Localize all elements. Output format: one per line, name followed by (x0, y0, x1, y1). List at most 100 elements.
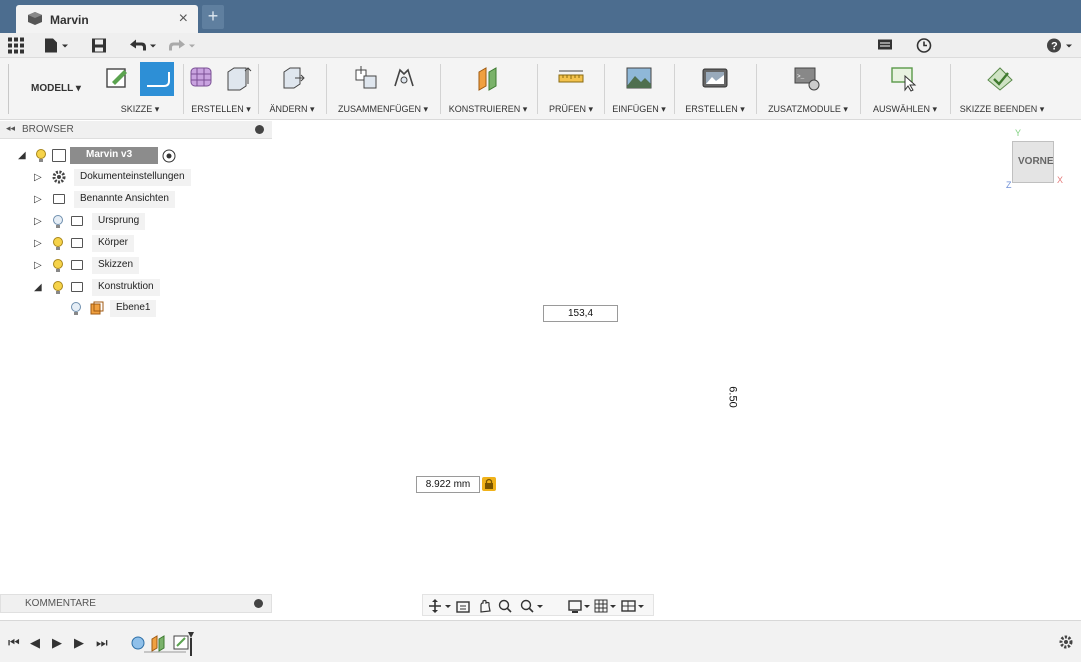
timeline-play-icon[interactable]: ▶ (52, 635, 62, 651)
redo-icon[interactable] (167, 37, 197, 54)
sketch-line-diagonal[interactable] (415, 387, 544, 454)
ribbon-group-label: AUSWÄHLEN ▾ (872, 104, 938, 114)
undo-icon[interactable] (128, 37, 158, 54)
vertical-dimension-label[interactable]: 6.50 (727, 386, 739, 407)
help-icon[interactable]: ? (1046, 37, 1074, 54)
document-tab[interactable]: Marvin × (16, 5, 198, 33)
sketch-create-icon[interactable] (104, 64, 132, 92)
ribbon-group-label: ERSTELLEN ▾ (191, 104, 251, 114)
ribbon-group-insert[interactable]: EINFÜGEN ▾ (607, 62, 671, 118)
ribbon-group-modify[interactable]: ÄNDERN ▾ (260, 62, 324, 118)
comments-panel[interactable]: KOMMENTARE (0, 594, 272, 613)
collapsed-triangle-icon[interactable]: ▷ (34, 194, 42, 205)
browser-item-label: Skizzen (92, 257, 140, 274)
timeline-last-icon[interactable]: ⏭ (96, 635, 108, 651)
folder-icon (71, 260, 83, 270)
viewcube-front-face[interactable]: VORNE (1012, 141, 1054, 183)
new-component-icon[interactable] (352, 64, 380, 92)
ribbon-group-sketch[interactable]: SKIZZE ▾ (100, 62, 180, 118)
timeline-features[interactable] (130, 630, 200, 656)
ribbon-group-label: ÄNDERN ▾ (269, 104, 315, 114)
browser-header[interactable]: ◂◂ BROWSER (0, 121, 272, 139)
folder-icon (71, 282, 83, 292)
timeline-previous-icon[interactable]: ◀ (30, 635, 40, 651)
lightbulb-icon[interactable] (35, 148, 47, 164)
scripts-icon[interactable]: >_ (793, 64, 821, 92)
browser-root-label: Marvin v3 (70, 147, 158, 164)
viewports-icon (621, 600, 644, 612)
render-icon[interactable] (701, 64, 729, 92)
ribbon-group-label: ZUSAMMENFÜGEN ▾ (337, 104, 429, 114)
gear-icon (52, 170, 66, 184)
ribbon-group-stop-sketch[interactable]: SKIZZE BEENDEN ▾ (954, 62, 1050, 118)
expanded-triangle-icon[interactable]: ◢ (34, 282, 42, 293)
lightbulb-off-icon[interactable] (52, 214, 64, 230)
ribbon-group-addins[interactable]: >_ ZUSATZMODULE ▾ (760, 62, 856, 118)
ribbon-group-create[interactable]: ERSTELLEN ▾ (186, 62, 256, 118)
collapsed-triangle-icon[interactable]: ▷ (34, 172, 42, 183)
browser-item-label: Ebene1 (110, 300, 157, 317)
joint-icon[interactable] (390, 64, 418, 92)
grid-icon[interactable] (8, 37, 24, 54)
svg-text:>_: >_ (797, 73, 805, 80)
insert-image-icon[interactable] (625, 64, 653, 92)
ribbon-group-select[interactable]: AUSWÄHLEN ▾ (864, 62, 946, 118)
expanded-triangle-icon[interactable]: ◢ (18, 150, 26, 161)
ribbon-group-label: KONSTRUIEREN ▾ (448, 104, 528, 114)
save-icon[interactable] (91, 37, 107, 54)
comment-icon[interactable] (877, 37, 893, 54)
new-tab-button[interactable]: + (202, 5, 224, 29)
length-dimension-input[interactable] (416, 476, 480, 493)
collapsed-triangle-icon[interactable]: ▷ (34, 260, 42, 271)
extrude-icon[interactable] (224, 64, 252, 92)
lightbulb-icon[interactable] (52, 258, 64, 274)
ribbon-group-assemble[interactable]: ZUSAMMENFÜGEN ▾ (330, 62, 436, 118)
form-create-icon[interactable] (188, 64, 216, 92)
add-comment-icon[interactable] (254, 599, 263, 608)
look-at-icon (456, 601, 470, 613)
collapsed-triangle-icon[interactable]: ▷ (34, 216, 42, 227)
timeline-first-icon[interactable]: ⏮ (8, 635, 20, 651)
folder-icon (71, 238, 83, 248)
lightbulb-icon[interactable] (52, 280, 64, 296)
ribbon-group-label: EINFÜGEN ▾ (612, 104, 666, 114)
display-settings-icon (568, 600, 590, 613)
collapsed-triangle-icon[interactable]: ▷ (34, 238, 42, 249)
fit-icon (520, 599, 543, 613)
zoom-icon (498, 599, 512, 613)
close-tab-button[interactable]: × (179, 10, 188, 28)
clock-icon[interactable] (916, 37, 932, 54)
ribbon-group-make[interactable]: ERSTELLEN ▾ (678, 62, 752, 118)
ribbon-group-construct[interactable]: KONSTRUIEREN ▾ (444, 62, 532, 118)
activate-radio-icon[interactable] (162, 149, 176, 163)
ribbon-group-label: ERSTELLEN ▾ (685, 104, 745, 114)
gear-icon[interactable] (1058, 634, 1074, 650)
ribbon-group-label: PRÜFEN ▾ (548, 104, 594, 114)
line-tool-icon[interactable] (140, 62, 174, 96)
ribbon-group-label: ZUSATZMODULE ▾ (768, 104, 848, 114)
timeline-next-icon[interactable]: ▶ (74, 635, 84, 651)
lightbulb-off-icon[interactable] (70, 301, 82, 317)
axis-y-label: Y (1015, 128, 1022, 138)
press-pull-icon[interactable] (278, 64, 306, 92)
file-icon[interactable] (44, 37, 70, 54)
browser-item-label: Konstruktion (92, 279, 160, 296)
ribbon-group-label: SKIZZE ▾ (120, 104, 160, 114)
pin-icon[interactable] (255, 125, 264, 134)
browser-item-label: Körper (92, 235, 135, 252)
select-window-icon[interactable] (890, 64, 918, 92)
ribbon-group-inspect[interactable]: PRÜFEN ▾ (541, 62, 601, 118)
lightbulb-icon[interactable] (52, 236, 64, 252)
angle-dimension-input[interactable] (543, 305, 618, 322)
stop-sketch-icon[interactable] (986, 64, 1014, 92)
workspace-mode-selector[interactable]: MODELL ▾ (8, 64, 94, 114)
plane-icon (90, 301, 104, 315)
browser-item-label: Dokumenteinstellungen (74, 169, 191, 186)
lock-icon[interactable] (482, 477, 496, 491)
offset-plane-icon[interactable] (474, 64, 502, 92)
measure-icon[interactable] (557, 64, 585, 92)
viewcube-face-label: VORNE (1018, 156, 1054, 167)
orbit-icon (429, 599, 441, 613)
sphere-body[interactable] (385, 191, 701, 503)
collapse-browser-icon[interactable]: ◂◂ (6, 123, 15, 134)
